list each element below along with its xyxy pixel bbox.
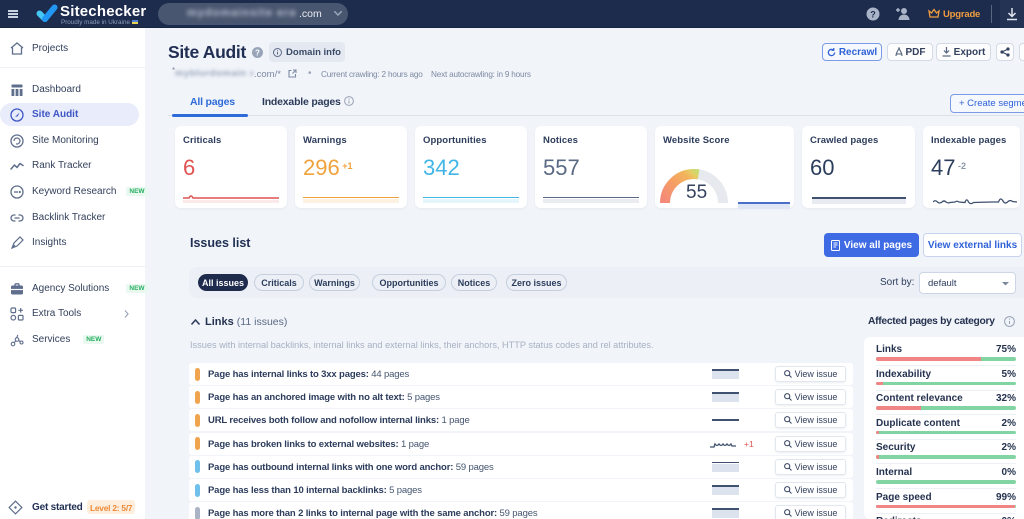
svg-text:?: ? <box>870 10 876 20</box>
svg-text:?: ? <box>255 49 260 58</box>
